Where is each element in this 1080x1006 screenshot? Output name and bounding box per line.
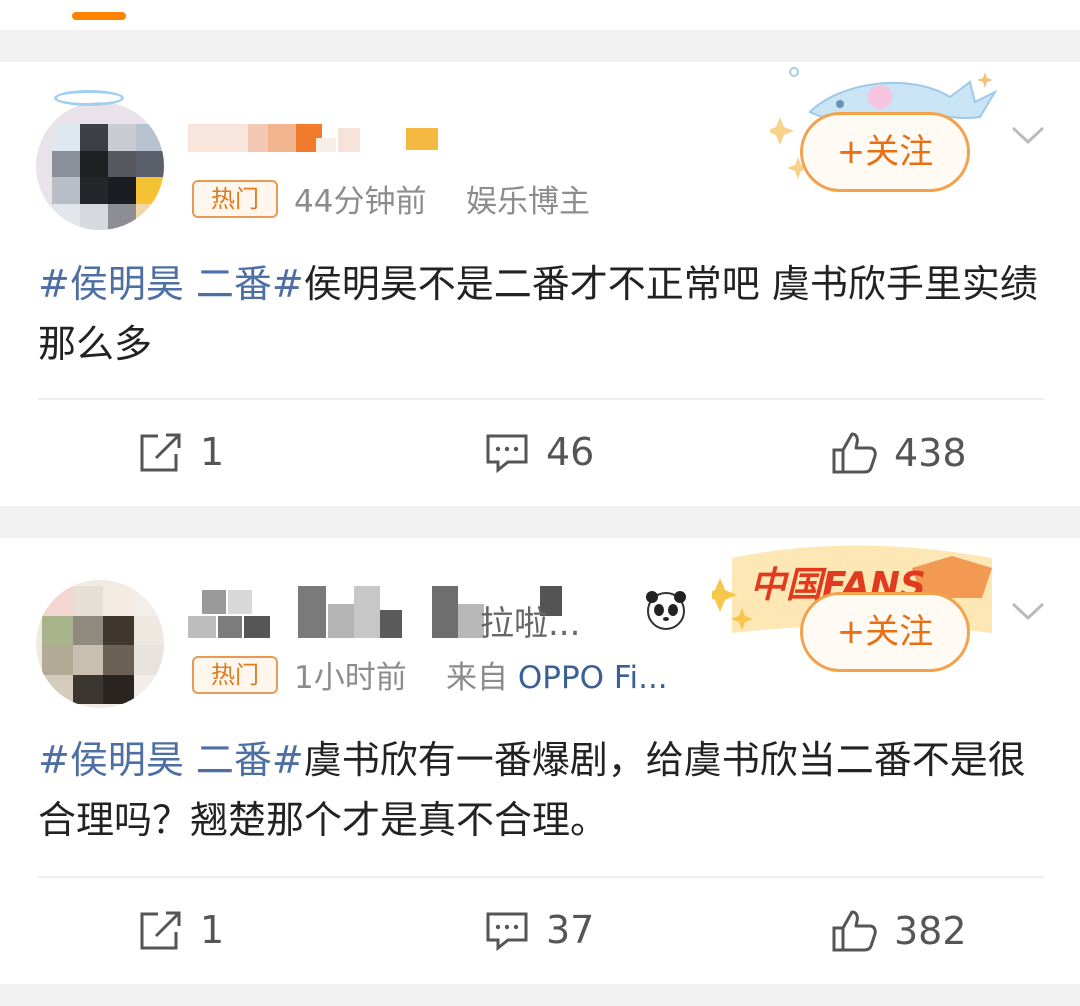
- post-card[interactable]: 热门 44分钟前 娱乐博主 +关注 #侯明昊 二番#侯明昊不是二番才不正常吧 虞…: [0, 62, 1080, 506]
- repost-icon: [140, 911, 181, 950]
- panda-icon: [646, 591, 686, 630]
- post-content[interactable]: #侯明昊 二番#虞书欣有一番爆剧，给虞书欣当二番不是很合理吗？翘楚那个才是真不合…: [38, 730, 1038, 850]
- comment-button[interactable]: 46: [484, 430, 594, 474]
- like-button[interactable]: 382: [830, 908, 967, 954]
- top-tab-strip: [0, 0, 1080, 30]
- hot-badge: 热门: [192, 656, 278, 694]
- hashtag-link[interactable]: #侯明昊 二番#: [38, 262, 304, 306]
- follow-button[interactable]: +关注: [800, 592, 970, 672]
- post-source: 娱乐博主: [466, 184, 590, 220]
- post-source: 来自 OPPO Fi...: [446, 652, 668, 697]
- divider: [38, 876, 1044, 878]
- post-time: 1小时前: [294, 660, 407, 696]
- username-tail: 拉啦...: [480, 604, 581, 644]
- avatar-halo-decoration: [54, 90, 124, 106]
- active-tab-indicator: [72, 12, 126, 20]
- follow-button[interactable]: +关注: [800, 112, 970, 192]
- repost-icon: [140, 433, 181, 472]
- post-time: 44分钟前: [294, 184, 427, 220]
- avatar[interactable]: [36, 102, 164, 230]
- comment-icon: [486, 434, 528, 474]
- comment-icon: [486, 912, 528, 952]
- avatar[interactable]: [36, 580, 164, 708]
- repost-count: 1: [200, 430, 225, 474]
- hot-badge: 热门: [192, 180, 278, 218]
- repost-button[interactable]: 1: [136, 908, 224, 952]
- like-icon: [832, 432, 877, 474]
- username-blurred[interactable]: 拉啦...: [188, 582, 688, 644]
- divider: [38, 398, 1044, 400]
- like-icon: [832, 910, 877, 952]
- post-card[interactable]: 中国FANS 拉啦... 热门 1小时前 来自 OPPO Fi... +关注 #…: [0, 538, 1080, 984]
- repost-count: 1: [200, 908, 225, 952]
- like-button[interactable]: 438: [830, 430, 967, 476]
- chevron-down-icon[interactable]: [1010, 118, 1046, 154]
- device-link[interactable]: OPPO Fi...: [518, 660, 668, 696]
- source-prefix: 来自: [446, 660, 508, 696]
- chevron-down-icon[interactable]: [1010, 594, 1046, 630]
- comment-count: 46: [546, 430, 595, 474]
- like-count: 382: [894, 909, 967, 953]
- hashtag-link[interactable]: #侯明昊 二番#: [38, 738, 304, 782]
- comment-count: 37: [546, 908, 595, 952]
- like-count: 438: [894, 431, 967, 475]
- username-blurred[interactable]: [188, 124, 448, 154]
- comment-button[interactable]: 37: [484, 908, 594, 952]
- repost-button[interactable]: 1: [136, 430, 224, 474]
- post-content[interactable]: #侯明昊 二番#侯明昊不是二番才不正常吧 虞书欣手里实绩那么多: [38, 254, 1038, 374]
